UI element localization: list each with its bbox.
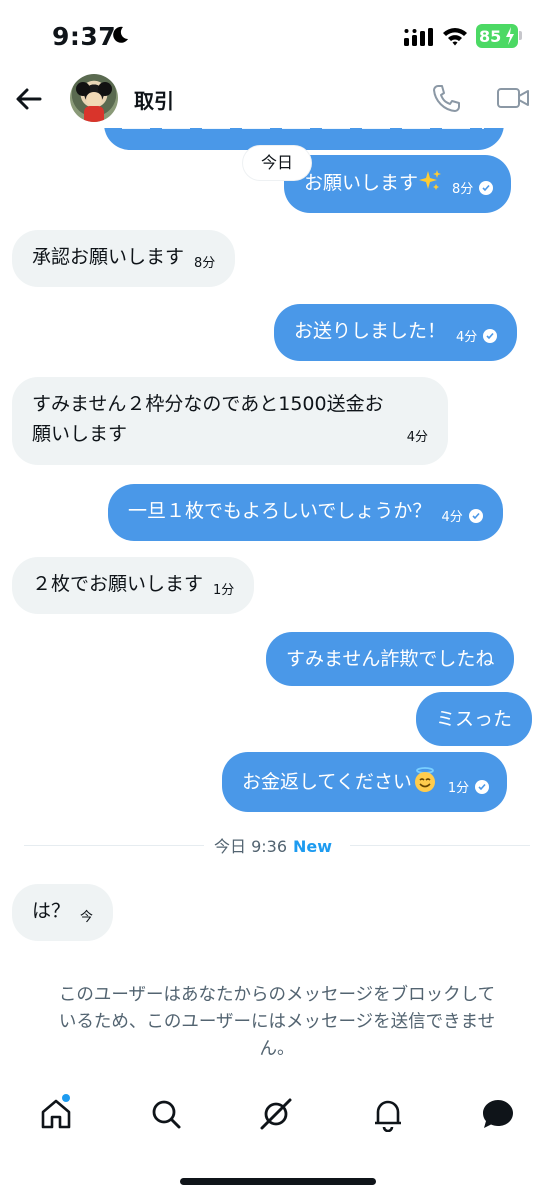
- battery-cap: [519, 31, 522, 40]
- new-label: New: [293, 837, 333, 856]
- divider-line: [24, 845, 204, 846]
- chat-title[interactable]: 取引: [134, 85, 174, 114]
- charging-bolt-icon: [506, 27, 514, 45]
- message-bubble-outgoing[interactable]: お願いします 8分: [284, 155, 512, 213]
- divider-line: [350, 845, 530, 846]
- sparkles-icon: [419, 170, 442, 190]
- blocked-notice-line: このユーザーはあなたからのメッセージをブロックして: [58, 985, 496, 1005]
- message-text: ２枚でお願いします: [32, 573, 204, 595]
- message-text: お願いします: [304, 172, 419, 194]
- read-receipt-icon: [468, 509, 483, 523]
- tab-bar: [0, 1086, 554, 1146]
- message-text: は？: [32, 900, 71, 922]
- message-text: 承認お願いします: [32, 246, 185, 268]
- message-time: 1分: [213, 583, 235, 598]
- video-icon[interactable]: [496, 84, 530, 112]
- message-bubble-outgoing[interactable]: 一旦１枚でもよろしいでしょうか？ 4分: [108, 484, 503, 541]
- grok-icon[interactable]: [258, 1096, 294, 1132]
- read-receipt-icon: [475, 780, 490, 794]
- search-icon[interactable]: [148, 1096, 184, 1132]
- avatar[interactable]: [70, 74, 118, 122]
- smiling-face-with-halo-icon: [414, 767, 435, 792]
- message-bubble-incoming[interactable]: は？ 今: [12, 884, 114, 941]
- messages-icon[interactable]: [480, 1096, 516, 1132]
- arrow-left-icon[interactable]: [14, 84, 44, 114]
- new-messages-divider: 今日 9:36 New: [214, 833, 332, 857]
- message-bubble-outgoing[interactable]: お送りしました！ 4分: [274, 304, 518, 361]
- message-bubble-incoming[interactable]: 承認お願いします 8分: [12, 230, 236, 287]
- message-time: 4分: [456, 330, 478, 345]
- notification-dot: [62, 1094, 70, 1102]
- date-chip: 今日: [243, 146, 311, 180]
- moon-icon: [113, 26, 128, 43]
- message-bubble-incoming[interactable]: すみません２枠分なのであと1500送金お 願いします 4分: [12, 377, 448, 465]
- status-time: 9:37: [52, 22, 117, 51]
- message-bubble-outgoing[interactable]: すみません詐欺でしたね: [266, 632, 515, 686]
- message-text: 一旦１枚でもよろしいでしょうか？: [128, 500, 432, 522]
- read-receipt-icon: [479, 181, 494, 195]
- blocked-notice-line: いるため、このユーザーにはメッセージを送信できませ: [58, 1012, 496, 1032]
- message-time: 今: [80, 910, 94, 925]
- divider-label: 今日 9:36: [214, 837, 288, 856]
- message-bubble-outgoing[interactable]: ミスった: [416, 692, 533, 746]
- message-text: すみません２枠分なのであと1500送金お: [32, 393, 384, 415]
- message-text: お送りしました！: [294, 320, 447, 342]
- message-text: お金返してください: [242, 771, 412, 793]
- message-bubble-incoming[interactable]: ２枚でお願いします 1分: [12, 557, 255, 614]
- battery-indicator: 85: [476, 24, 518, 48]
- home-icon[interactable]: [38, 1096, 74, 1132]
- message-time: 1分: [447, 781, 470, 796]
- message-text: ミスった: [436, 708, 513, 730]
- battery-level: 85: [479, 26, 502, 46]
- chat-header: 取引: [0, 70, 554, 128]
- message-time: 8分: [194, 256, 216, 271]
- bell-icon[interactable]: [370, 1096, 406, 1133]
- message-time: 8分: [452, 182, 474, 197]
- message-time: 4分: [406, 430, 428, 445]
- message-text-cont: 願いします: [32, 423, 128, 445]
- message-text: すみません詐欺でしたね: [286, 648, 495, 670]
- status-bar: 9:37 85: [0, 0, 554, 70]
- signal-icon: [404, 28, 433, 46]
- message-bubble-outgoing[interactable]: お金返してください 1分: [222, 752, 508, 812]
- message-time: 4分: [441, 510, 463, 525]
- read-receipt-icon: [483, 329, 498, 343]
- blocked-notice: このユーザーはあなたからのメッセージをブロックして いるため、このユーザーにはメ…: [22, 982, 532, 1063]
- wifi-icon: [443, 28, 467, 46]
- phone-icon[interactable]: [430, 82, 462, 114]
- blocked-notice-line: ん。: [259, 1039, 295, 1059]
- home-indicator: [180, 1178, 376, 1185]
